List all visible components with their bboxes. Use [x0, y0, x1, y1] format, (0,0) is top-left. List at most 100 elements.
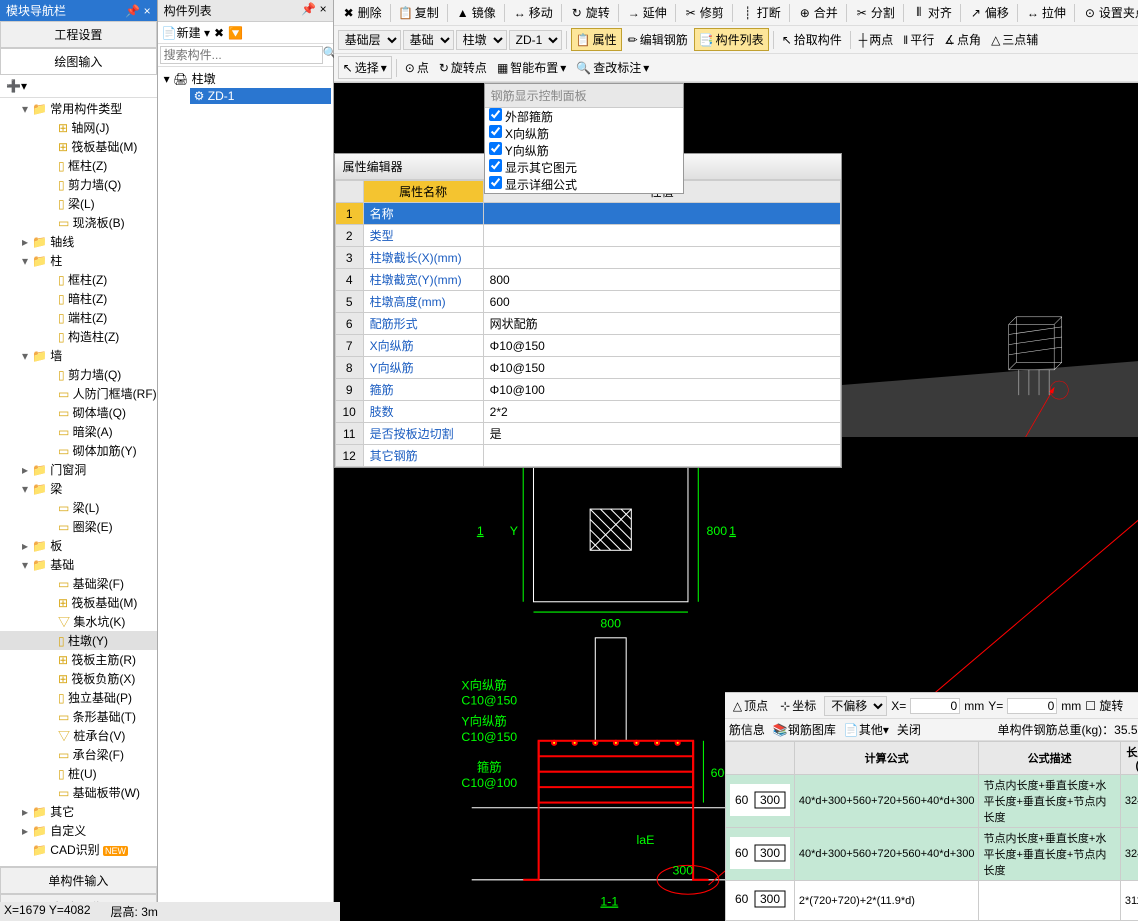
tree-item[interactable]: ⊞ 筏板基础(M)	[0, 137, 157, 156]
prop-row[interactable]: 4柱墩截宽(Y)(mm)800	[335, 269, 840, 291]
ribbon-btn[interactable]: ⊙设置夹点	[1079, 2, 1138, 23]
select-button[interactable]: ↖选择 ▾	[338, 56, 392, 79]
prop-row[interactable]: 11是否按板边切割是	[335, 423, 840, 445]
floor-select[interactable]: 基础层	[338, 30, 401, 50]
smart-layout-button[interactable]: ▦智能布置 ▾	[493, 57, 570, 78]
ribbon-btn[interactable]: ↔拉伸	[1022, 2, 1070, 23]
twopoint-button[interactable]: ┼两点	[855, 29, 898, 50]
prop-row[interactable]: 6配筋形式网状配筋	[335, 313, 840, 335]
prop-row[interactable]: 7X向纵筋Φ10@150	[335, 335, 840, 357]
vertex-button[interactable]: △顶点	[729, 695, 772, 716]
tree-item[interactable]: ▭ 基础板带(W)	[0, 783, 157, 802]
tree-item[interactable]: ▭ 梁(L)	[0, 498, 157, 517]
ribbon-btn[interactable]: ↻旋转	[566, 2, 614, 23]
rebar-checkbox[interactable]: 外部箍筋	[485, 108, 683, 125]
edit-rebar-button[interactable]: ✏编辑钢筋	[624, 29, 692, 50]
rotate-point-button[interactable]: ↻旋转点	[435, 57, 491, 78]
new-button[interactable]: 📄新建 ▾	[162, 24, 210, 41]
ribbon-btn[interactable]: ✂修剪	[680, 2, 728, 23]
tab-draw-input[interactable]: 绘图输入	[0, 48, 157, 75]
tree-item[interactable]: ▯ 剪力墙(Q)	[0, 175, 157, 194]
tree-item[interactable]: ▯ 端柱(Z)	[0, 308, 157, 327]
tab-single-input[interactable]: 单构件输入	[0, 867, 157, 894]
category-select[interactable]: 基础	[403, 30, 454, 50]
ribbon-btn[interactable]: 📋复制	[395, 2, 443, 23]
tree-item[interactable]: ▯ 桩(U)	[0, 764, 157, 783]
ribbon-btn[interactable]: ┊打断	[737, 2, 785, 23]
prop-row[interactable]: 10肢数2*2	[335, 401, 840, 423]
prop-row[interactable]: 12其它钢筋	[335, 445, 840, 467]
prop-row[interactable]: 5柱墩高度(mm)600	[335, 291, 840, 313]
tree-item[interactable]: ▸📁 板	[0, 536, 157, 555]
tree-item[interactable]: ▸📁 门窗洞	[0, 460, 157, 479]
tree-item[interactable]: ⊞ 筏板基础(M)	[0, 593, 157, 612]
tree-item[interactable]: ▭ 圈梁(E)	[0, 517, 157, 536]
plus-icon[interactable]: ➕▾	[6, 79, 27, 93]
tree-item[interactable]: ▸📁 自定义	[0, 821, 157, 840]
ribbon-btn[interactable]: ↗偏移	[965, 2, 1013, 23]
ribbon-btn[interactable]: ↔移动	[509, 2, 557, 23]
rebar-checkbox[interactable]: 显示详细公式	[485, 176, 683, 193]
tree-item[interactable]: ⊞ 轴网(J)	[0, 118, 157, 137]
comp-item-zd1[interactable]: ⚙ ZD-1	[190, 88, 331, 104]
tree-item[interactable]: ▭ 现浇板(B)	[0, 213, 157, 232]
parallel-button[interactable]: ‖平行	[899, 29, 938, 50]
threepoint-button[interactable]: △三点辅	[987, 29, 1042, 50]
rebar-info-tab[interactable]: 筋信息	[729, 721, 765, 738]
tree-item[interactable]: ▭ 砌体加筋(Y)	[0, 441, 157, 460]
rotate-checkbox[interactable]: ☐ 旋转	[1085, 697, 1123, 714]
tree-item[interactable]: ▭ 基础梁(F)	[0, 574, 157, 593]
tree-item[interactable]: ▽ 集水坑(K)	[0, 612, 157, 631]
tree-item[interactable]: ▯ 独立基础(P)	[0, 688, 157, 707]
comp-group[interactable]: ▾ 🖨 柱墩	[160, 69, 331, 88]
delete-icon[interactable]: ✖	[214, 26, 224, 40]
tree-item[interactable]: ▭ 承台梁(F)	[0, 745, 157, 764]
filter-icon[interactable]: 🔽	[228, 26, 243, 40]
tree-item[interactable]: ▭ 砌体墙(Q)	[0, 403, 157, 422]
tab-project-settings[interactable]: 工程设置	[0, 21, 157, 48]
coord-button[interactable]: ⊹坐标	[776, 695, 820, 716]
tree-item[interactable]: ▯ 框柱(Z)	[0, 156, 157, 175]
search-input[interactable]	[160, 46, 323, 64]
tree-item[interactable]: ▾📁 柱	[0, 251, 157, 270]
tree-item[interactable]: 📁 CAD识别 NEW	[0, 840, 157, 859]
y-input[interactable]	[1007, 698, 1057, 714]
component-select[interactable]: ZD-1	[509, 30, 562, 50]
rebar-checkbox[interactable]: X向纵筋	[485, 125, 683, 142]
rebar-checkbox[interactable]: 显示其它图元	[485, 159, 683, 176]
tree-item[interactable]: ▸📁 其它	[0, 802, 157, 821]
tree-item[interactable]: ▯ 构造柱(Z)	[0, 327, 157, 346]
ribbon-btn[interactable]: ▲镜像	[452, 2, 500, 23]
tree-item[interactable]: ▾📁 基础	[0, 555, 157, 574]
pick-button[interactable]: ↖拾取构件	[778, 29, 846, 50]
other-tab[interactable]: 📄其他▾	[844, 721, 889, 738]
pin-icon[interactable]: 📌 ×	[125, 4, 150, 18]
offset-select[interactable]: 不偏移	[824, 696, 887, 716]
tree-item[interactable]: ▾📁 常用构件类型	[0, 99, 157, 118]
prop-row[interactable]: 2类型	[335, 225, 840, 247]
rebar-lib-tab[interactable]: 📚钢筋图库	[773, 721, 836, 738]
prop-row[interactable]: 9箍筋Φ10@100	[335, 379, 840, 401]
type-select[interactable]: 柱墩	[456, 30, 507, 50]
x-input[interactable]	[910, 698, 960, 714]
tree-item[interactable]: ▯ 框柱(Z)	[0, 270, 157, 289]
ribbon-btn[interactable]: ✖删除	[338, 2, 386, 23]
rebar-checkbox[interactable]: Y向纵筋	[485, 142, 683, 159]
tree-item[interactable]: ⊞ 筏板主筋(R)	[0, 650, 157, 669]
prop-row[interactable]: 3柱墩截长(X)(mm)	[335, 247, 840, 269]
pointangle-button[interactable]: ∡点角	[940, 29, 985, 50]
props-button[interactable]: 📋属性	[571, 28, 622, 51]
tree-item[interactable]: ▭ 暗梁(A)	[0, 422, 157, 441]
comp-list-button[interactable]: 📑构件列表	[694, 28, 769, 51]
close-button[interactable]: 关闭	[897, 721, 921, 738]
ribbon-btn[interactable]: ⊕合并	[794, 2, 842, 23]
ribbon-btn[interactable]: →延伸	[623, 2, 671, 23]
tree-item[interactable]: ▭ 条形基础(T)	[0, 707, 157, 726]
prop-row[interactable]: 8Y向纵筋Φ10@150	[335, 357, 840, 379]
tree-item[interactable]: ⊞ 筏板负筋(X)	[0, 669, 157, 688]
tree-item[interactable]: ▯ 柱墩(Y)	[0, 631, 157, 650]
tree-item[interactable]: ▯ 暗柱(Z)	[0, 289, 157, 308]
prop-row[interactable]: 1名称	[335, 203, 840, 225]
tree-item[interactable]: ▯ 梁(L)	[0, 194, 157, 213]
tree-item[interactable]: ▯ 剪力墙(Q)	[0, 365, 157, 384]
